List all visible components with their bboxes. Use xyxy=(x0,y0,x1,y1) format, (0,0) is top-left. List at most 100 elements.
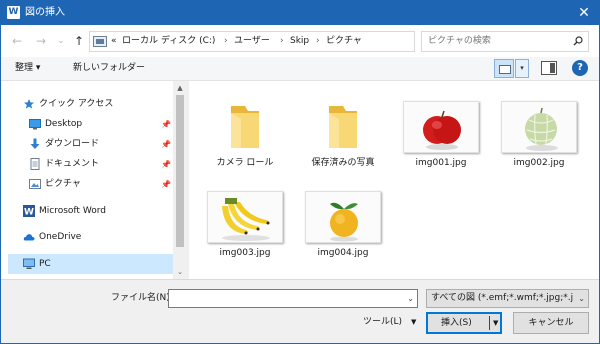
sidebar-item-microsoft-word[interactable]: W Microsoft Word xyxy=(1,201,173,221)
file-type-value: すべての図 (*.emf;*.wmf;*.jpg;*.jp xyxy=(431,293,573,303)
chevron-down-icon[interactable]: ⌄ xyxy=(407,292,414,305)
sidebar-scrollbar[interactable]: ▲ ⌄ xyxy=(173,81,187,279)
location-folder-icon xyxy=(93,36,107,47)
sidebar-item-label: ピクチャ xyxy=(45,179,81,189)
window-title: 図の挿入 xyxy=(25,7,65,18)
search-icon xyxy=(573,36,583,46)
file-name: カメラ ロール xyxy=(216,158,274,168)
insert-label: 挿入(S) xyxy=(441,318,472,328)
citrus-image xyxy=(306,192,380,242)
sidebar-item-pc[interactable]: PC xyxy=(8,254,173,274)
search-placeholder: ピクチャの検索 xyxy=(428,36,491,46)
folder-icon xyxy=(329,106,357,148)
sidebar-item-documents[interactable]: ドキュメント 📌 xyxy=(1,154,173,174)
filename-input[interactable]: ⌄ xyxy=(168,289,418,308)
scroll-down-arrow[interactable]: ⌄ xyxy=(173,266,187,278)
sidebar-item-desktop[interactable]: Desktop 📌 xyxy=(1,114,173,134)
word-app-icon: W xyxy=(7,6,20,19)
chevron-down-icon[interactable]: ⌄ xyxy=(578,292,585,305)
file-item-img004[interactable]: img004.jpg xyxy=(295,179,391,261)
file-name: img003.jpg xyxy=(219,248,271,258)
scroll-thumb[interactable] xyxy=(176,95,184,247)
image-thumbnail xyxy=(207,191,283,243)
file-name: img004.jpg xyxy=(317,248,369,258)
pin-icon: 📌 xyxy=(161,140,171,149)
insert-button[interactable]: 挿入(S) ▼ xyxy=(426,312,502,334)
split-divider xyxy=(489,316,490,330)
organize-button[interactable]: 整理 ▾ xyxy=(15,62,40,75)
image-thumbnail xyxy=(305,191,381,243)
file-item-img001[interactable]: img001.jpg xyxy=(393,89,489,171)
file-name: 保存済みの写真 xyxy=(311,158,375,168)
breadcrumb-separator[interactable]: › xyxy=(224,35,228,48)
insert-picture-dialog: W 図の挿入 ✕ ← → ⌄ ↑ « ローカル ディスク (C:) › ユーザー… xyxy=(0,0,600,344)
apple-image xyxy=(404,102,478,152)
view-options-dropdown[interactable]: ▾ xyxy=(515,59,529,78)
tools-button[interactable]: ツール(L) xyxy=(363,316,402,329)
filename-label: ファイル名(N): xyxy=(111,293,173,303)
change-view-button[interactable] xyxy=(494,59,514,78)
sidebar-item-label: Desktop xyxy=(45,119,83,129)
close-button[interactable]: ✕ xyxy=(569,1,599,25)
file-item-saved-pictures[interactable]: 保存済みの写真 xyxy=(295,89,391,171)
breadcrumb-overflow[interactable]: « xyxy=(111,35,117,48)
file-item-img002[interactable]: img002.jpg xyxy=(491,89,587,171)
pc-icon xyxy=(23,258,35,269)
recent-locations-button[interactable]: ⌄ xyxy=(53,33,69,49)
pin-icon: 📌 xyxy=(161,180,171,189)
cancel-button[interactable]: キャンセル xyxy=(513,312,589,334)
new-folder-button[interactable]: 新しいフォルダー xyxy=(73,62,145,75)
title-bar: W 図の挿入 ✕ xyxy=(1,1,599,25)
sidebar-item-onedrive[interactable]: OneDrive xyxy=(1,227,173,247)
folder-icon xyxy=(231,106,259,148)
breadcrumb-skip[interactable]: Skip xyxy=(290,35,309,48)
file-name: img001.jpg xyxy=(415,158,467,168)
preview-pane-button[interactable] xyxy=(541,61,557,75)
desktop-icon xyxy=(29,119,41,130)
insert-options-dropdown[interactable]: ▼ xyxy=(493,317,498,330)
breadcrumb-separator[interactable]: › xyxy=(280,35,284,48)
breadcrumb-pictures[interactable]: ピクチャ xyxy=(326,35,362,48)
melon-image xyxy=(502,102,576,152)
bananas-image xyxy=(208,192,282,242)
pin-icon: 📌 xyxy=(161,120,171,129)
forward-button[interactable]: → xyxy=(33,33,49,49)
sidebar-item-label: PC xyxy=(39,259,51,269)
sidebar-item-quick-access[interactable]: クイック アクセス xyxy=(1,94,173,114)
navigation-pane: クイック アクセス Desktop 📌 ダウンロード 📌 ドキュメント 📌 ピク… xyxy=(1,81,187,279)
pin-icon: 📌 xyxy=(161,160,171,169)
file-list: カメラ ロール 保存済みの写真 img001.jpg img002.jpg im… xyxy=(189,81,599,279)
help-button[interactable]: ? xyxy=(572,60,588,76)
dialog-footer: ファイル名(N): ⌄ すべての図 (*.emf;*.wmf;*.jpg;*.j… xyxy=(1,279,599,343)
address-row: ← → ⌄ ↑ « ローカル ディスク (C:) › ユーザー › Skip ›… xyxy=(1,25,599,57)
file-item-camera-roll[interactable]: カメラ ロール xyxy=(197,89,293,171)
sidebar-item-label: OneDrive xyxy=(39,232,82,242)
scroll-up-arrow[interactable]: ▲ xyxy=(173,82,187,94)
image-thumbnail xyxy=(403,101,479,153)
file-item-img003[interactable]: img003.jpg xyxy=(197,179,293,261)
word-icon: W xyxy=(23,205,35,217)
breadcrumb-local-disk[interactable]: ローカル ディスク (C:) xyxy=(122,35,215,48)
sidebar-item-pictures[interactable]: ピクチャ 📌 xyxy=(1,174,173,194)
sidebar-item-label: クイック アクセス xyxy=(39,99,114,109)
image-thumbnail xyxy=(501,101,577,153)
file-name: img002.jpg xyxy=(513,158,565,168)
star-icon xyxy=(24,99,34,109)
address-bar[interactable]: « ローカル ディスク (C:) › ユーザー › Skip › ピクチャ ⌄ … xyxy=(89,31,491,52)
command-bar: 整理 ▾ 新しいフォルダー ▾ ? xyxy=(1,57,599,81)
download-icon xyxy=(30,138,40,149)
sidebar-item-label: ドキュメント xyxy=(45,159,100,169)
sidebar-item-label: Microsoft Word xyxy=(39,206,106,216)
tools-dropdown-icon[interactable]: ▼ xyxy=(411,316,416,329)
up-button[interactable]: ↑ xyxy=(71,33,87,49)
cloud-icon xyxy=(23,234,35,241)
back-button[interactable]: ← xyxy=(9,33,25,49)
sidebar-item-label: ダウンロード xyxy=(45,139,100,149)
pictures-icon xyxy=(29,179,41,189)
svg-text:W: W xyxy=(24,208,34,218)
sidebar-item-downloads[interactable]: ダウンロード 📌 xyxy=(1,134,173,154)
breadcrumb-users[interactable]: ユーザー xyxy=(234,35,270,48)
search-input[interactable]: ピクチャの検索 xyxy=(421,31,589,52)
breadcrumb-separator[interactable]: › xyxy=(316,35,320,48)
file-type-filter[interactable]: すべての図 (*.emf;*.wmf;*.jpg;*.jp ⌄ xyxy=(426,289,589,308)
